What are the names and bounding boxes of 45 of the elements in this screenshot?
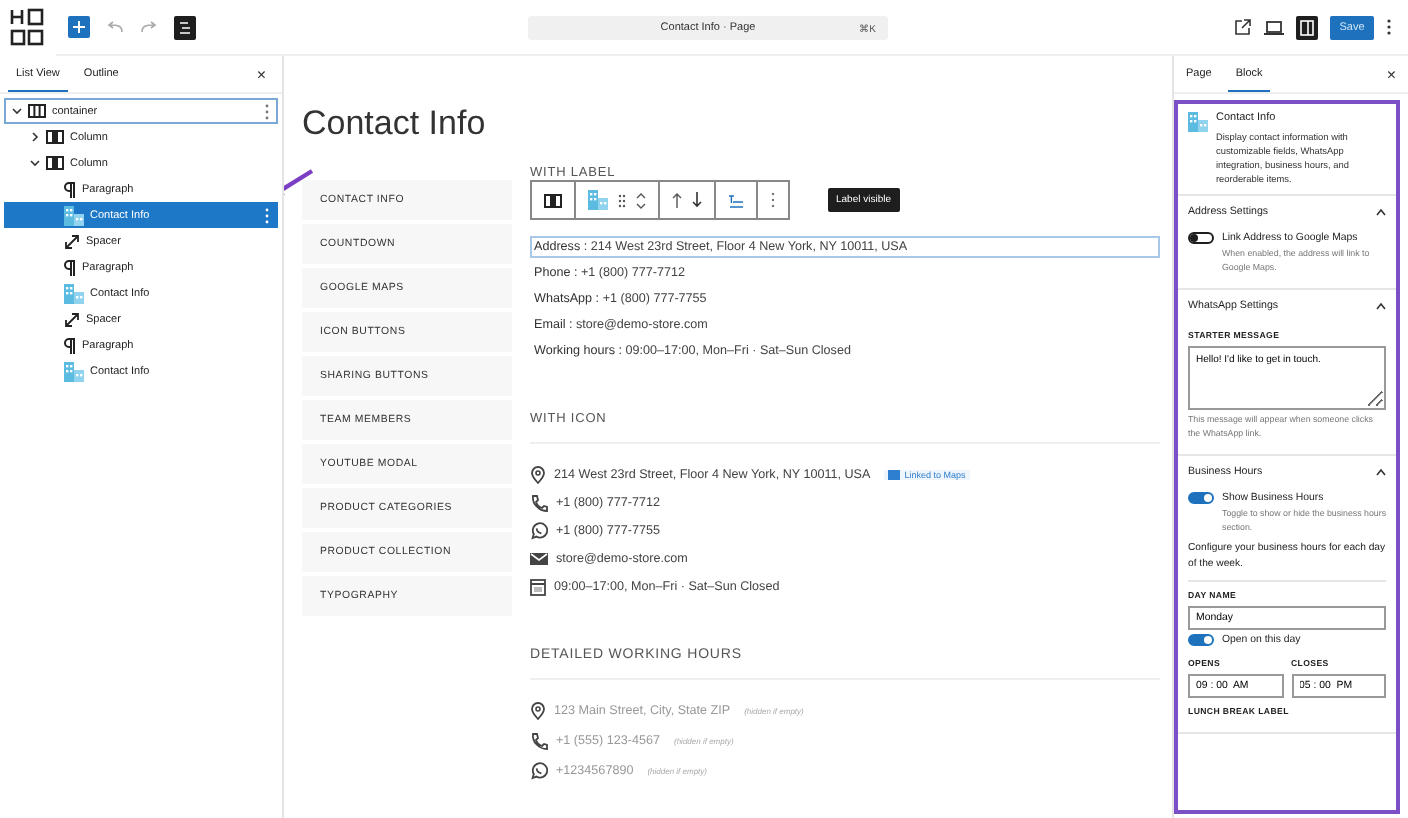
chat-phone-icon: [530, 521, 548, 539]
drag-handle-icon[interactable]: [618, 193, 626, 207]
sidebar-toggle-icon[interactable]: [1296, 15, 1318, 39]
toggle-switch[interactable]: [1188, 492, 1214, 504]
building-icon: [64, 283, 84, 303]
building-icon: [64, 361, 84, 381]
page-title: Contact Info: [302, 104, 488, 144]
phone-icon: [530, 732, 548, 750]
options-icon[interactable]: [264, 103, 270, 119]
resize-arrow-icon: [64, 233, 80, 249]
chevron-down-icon[interactable]: [30, 158, 40, 168]
chevron-down-icon[interactable]: [12, 106, 22, 116]
toggle-switch[interactable]: [1188, 232, 1214, 244]
chevron-right-icon[interactable]: [30, 132, 40, 142]
chevron-up-icon[interactable]: [1376, 208, 1386, 216]
location-pin-icon: [530, 465, 546, 483]
chat-phone-icon: [530, 762, 548, 780]
arrow-down-icon[interactable]: [692, 192, 702, 208]
building-icon: [64, 205, 84, 225]
add-block-icon[interactable]: [68, 16, 90, 38]
toggle-switch[interactable]: [1188, 634, 1214, 646]
calendar-icon: [530, 577, 546, 595]
pilcrow-icon: [64, 259, 76, 275]
close-button[interactable]: ×: [1378, 65, 1404, 83]
pilcrow-icon: [64, 181, 76, 197]
move-chevrons-icon[interactable]: [636, 191, 646, 209]
close-button[interactable]: ×: [248, 65, 274, 83]
location-pin-icon: [530, 702, 546, 720]
chevron-up-icon[interactable]: [1376, 468, 1386, 476]
phone-icon: [530, 493, 548, 511]
label-toggle-icon[interactable]: [728, 193, 744, 207]
arrow-up-icon[interactable]: [672, 192, 682, 208]
columns-icon[interactable]: [544, 193, 562, 207]
resize-arrow-icon: [64, 311, 80, 327]
external-link-icon[interactable]: [1234, 18, 1252, 36]
envelope-icon: [530, 551, 548, 565]
desktop-preview-icon[interactable]: [1264, 19, 1284, 35]
building-icon: [1188, 112, 1208, 132]
pilcrow-icon: [64, 337, 76, 353]
options-icon[interactable]: [264, 207, 270, 223]
list-view-icon[interactable]: [174, 15, 196, 39]
columns-icon: [28, 104, 46, 118]
chevron-up-icon[interactable]: [1376, 302, 1386, 310]
map-icon: [888, 469, 901, 479]
more-options-icon[interactable]: [1386, 18, 1392, 36]
